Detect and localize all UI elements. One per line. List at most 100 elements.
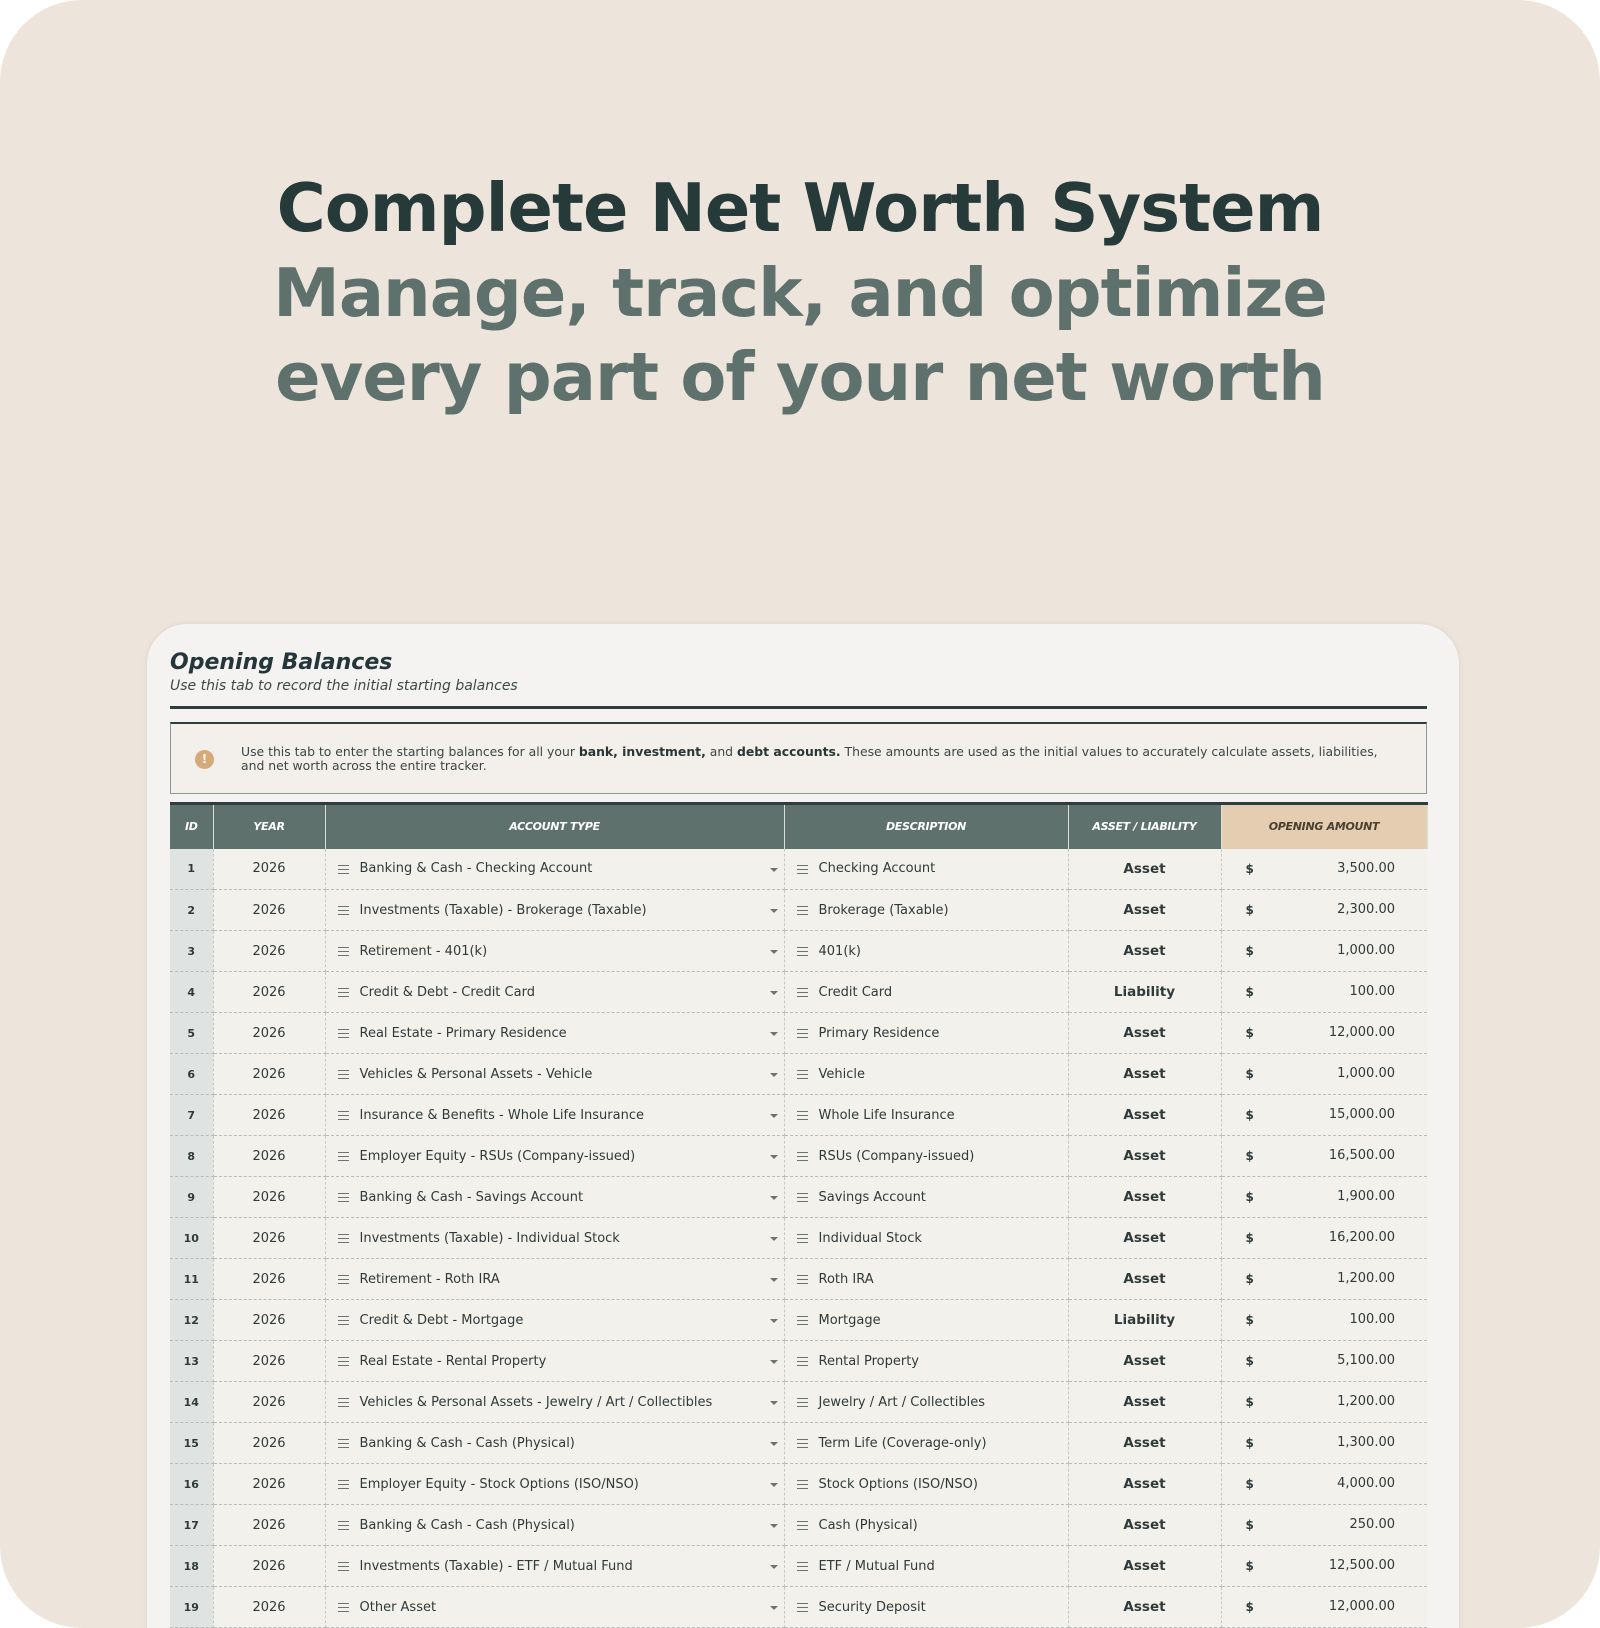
cell-year[interactable]: 2026 [213, 1258, 326, 1300]
cell-id[interactable]: 1 [170, 848, 214, 890]
cell-opening-amount[interactable]: $1,900.00 [1221, 1176, 1427, 1218]
cell-account-type-dropdown[interactable]: Investments (Taxable) - Brokerage (Taxab… [325, 889, 785, 931]
cell-year[interactable]: 2026 [213, 1586, 326, 1628]
cell-year[interactable]: 2026 [213, 1381, 326, 1423]
cell-id[interactable]: 4 [170, 971, 214, 1013]
chevron-down-icon[interactable] [769, 1606, 778, 1610]
cell-account-type-dropdown[interactable]: Investments (Taxable) - ETF / Mutual Fun… [325, 1545, 785, 1587]
cell-opening-amount[interactable]: $12,000.00 [1221, 1012, 1427, 1054]
cell-year[interactable]: 2026 [213, 930, 326, 972]
chevron-down-icon[interactable] [769, 1237, 778, 1241]
chevron-down-icon[interactable] [769, 1032, 778, 1036]
cell-description[interactable]: Credit Card [784, 971, 1069, 1013]
cell-year[interactable]: 2026 [213, 1012, 326, 1054]
cell-description[interactable]: Savings Account [784, 1176, 1069, 1218]
cell-opening-amount[interactable]: $1,200.00 [1221, 1258, 1427, 1300]
column-header-description[interactable]: DESCRIPTION [784, 803, 1069, 849]
cell-account-type-dropdown[interactable]: Banking & Cash - Savings Account [325, 1176, 785, 1218]
cell-opening-amount[interactable]: $1,300.00 [1221, 1422, 1427, 1464]
chevron-down-icon[interactable] [769, 950, 778, 954]
cell-account-type-dropdown[interactable]: Real Estate - Rental Property [325, 1340, 785, 1382]
cell-account-type-dropdown[interactable]: Credit & Debt - Mortgage [325, 1299, 785, 1341]
cell-asset-liability[interactable]: Asset [1068, 1053, 1222, 1095]
chevron-down-icon[interactable] [769, 1196, 778, 1200]
cell-opening-amount[interactable]: $1,000.00 [1221, 1053, 1427, 1095]
cell-opening-amount[interactable]: $2,300.00 [1221, 889, 1427, 931]
chevron-down-icon[interactable] [769, 1155, 778, 1159]
cell-year[interactable]: 2026 [213, 1545, 326, 1587]
column-header-opening-amount[interactable]: OPENING AMOUNT [1221, 803, 1428, 849]
cell-asset-liability[interactable]: Asset [1068, 1545, 1222, 1587]
chevron-down-icon[interactable] [769, 1565, 778, 1569]
cell-year[interactable]: 2026 [213, 1299, 326, 1341]
cell-account-type-dropdown[interactable]: Vehicles & Personal Assets - Vehicle [325, 1053, 785, 1095]
cell-year[interactable]: 2026 [213, 1176, 326, 1218]
cell-asset-liability[interactable]: Asset [1068, 1504, 1222, 1546]
chevron-down-icon[interactable] [769, 867, 778, 872]
cell-id[interactable]: 12 [170, 1299, 214, 1341]
cell-opening-amount[interactable]: $1,000.00 [1221, 930, 1427, 972]
cell-id[interactable]: 11 [170, 1258, 214, 1300]
cell-description[interactable]: Individual Stock [784, 1217, 1069, 1259]
cell-id[interactable]: 9 [170, 1176, 214, 1218]
cell-account-type-dropdown[interactable]: Employer Equity - RSUs (Company-issued) [325, 1135, 785, 1177]
cell-year[interactable]: 2026 [213, 1094, 326, 1136]
cell-id[interactable]: 17 [170, 1504, 214, 1546]
cell-id[interactable]: 15 [170, 1422, 214, 1464]
column-header-account-type[interactable]: ACCOUNT TYPE [325, 803, 785, 849]
cell-id[interactable]: 6 [170, 1053, 214, 1095]
cell-asset-liability[interactable]: Asset [1068, 1135, 1222, 1177]
cell-year[interactable]: 2026 [213, 1135, 326, 1177]
cell-asset-liability[interactable]: Asset [1068, 889, 1222, 931]
cell-account-type-dropdown[interactable]: Investments (Taxable) - Individual Stock [325, 1217, 785, 1259]
cell-opening-amount[interactable]: $16,500.00 [1221, 1135, 1427, 1177]
cell-description[interactable]: Vehicle [784, 1053, 1069, 1095]
cell-id[interactable]: 3 [170, 930, 214, 972]
column-header-asset-liability[interactable]: ASSET / LIABILITY [1068, 803, 1222, 849]
cell-asset-liability[interactable]: Asset [1068, 1217, 1222, 1259]
chevron-down-icon[interactable] [769, 1483, 778, 1487]
cell-opening-amount[interactable]: $12,500.00 [1221, 1545, 1427, 1587]
cell-opening-amount[interactable]: $3,500.00 [1221, 848, 1427, 890]
chevron-down-icon[interactable] [769, 1319, 778, 1323]
cell-id[interactable]: 5 [170, 1012, 214, 1054]
chevron-down-icon[interactable] [769, 1073, 778, 1077]
cell-opening-amount[interactable]: $250.00 [1221, 1504, 1427, 1546]
cell-opening-amount[interactable]: $1,200.00 [1221, 1381, 1427, 1423]
cell-description[interactable]: Roth IRA [784, 1258, 1069, 1300]
cell-id[interactable]: 14 [170, 1381, 214, 1423]
cell-opening-amount[interactable]: $16,200.00 [1221, 1217, 1427, 1259]
chevron-down-icon[interactable] [769, 1360, 778, 1364]
cell-asset-liability[interactable]: Asset [1068, 1094, 1222, 1136]
cell-year[interactable]: 2026 [213, 889, 326, 931]
cell-description[interactable]: Mortgage [784, 1299, 1069, 1341]
cell-account-type-dropdown[interactable]: Retirement - Roth IRA [325, 1258, 785, 1300]
cell-description[interactable]: RSUs (Company-issued) [784, 1135, 1069, 1177]
cell-id[interactable]: 10 [170, 1217, 214, 1259]
cell-opening-amount[interactable]: $100.00 [1221, 971, 1427, 1013]
cell-account-type-dropdown[interactable]: Retirement - 401(k) [325, 930, 785, 972]
cell-year[interactable]: 2026 [213, 1340, 326, 1382]
cell-id[interactable]: 18 [170, 1545, 214, 1587]
cell-description[interactable]: Cash (Physical) [784, 1504, 1069, 1546]
cell-asset-liability[interactable]: Asset [1068, 1176, 1222, 1218]
cell-description[interactable]: Rental Property [784, 1340, 1069, 1382]
cell-description[interactable]: Checking Account [784, 848, 1069, 890]
cell-description[interactable]: Stock Options (ISO/NSO) [784, 1463, 1069, 1505]
cell-id[interactable]: 19 [170, 1586, 214, 1628]
chevron-down-icon[interactable] [769, 1524, 778, 1528]
cell-year[interactable]: 2026 [213, 848, 326, 890]
column-header-year[interactable]: YEAR [213, 803, 326, 849]
cell-account-type-dropdown[interactable]: Insurance & Benefits - Whole Life Insura… [325, 1094, 785, 1136]
cell-asset-liability[interactable]: Asset [1068, 1463, 1222, 1505]
cell-opening-amount[interactable]: $15,000.00 [1221, 1094, 1427, 1136]
cell-description[interactable]: Primary Residence [784, 1012, 1069, 1054]
cell-asset-liability[interactable]: Asset [1068, 1012, 1222, 1054]
cell-account-type-dropdown[interactable]: Real Estate - Primary Residence [325, 1012, 785, 1054]
cell-description[interactable]: Brokerage (Taxable) [784, 889, 1069, 931]
cell-description[interactable]: 401(k) [784, 930, 1069, 972]
cell-id[interactable]: 2 [170, 889, 214, 931]
cell-description[interactable]: Security Deposit [784, 1586, 1069, 1628]
chevron-down-icon[interactable] [769, 1278, 778, 1282]
cell-year[interactable]: 2026 [213, 1422, 326, 1464]
